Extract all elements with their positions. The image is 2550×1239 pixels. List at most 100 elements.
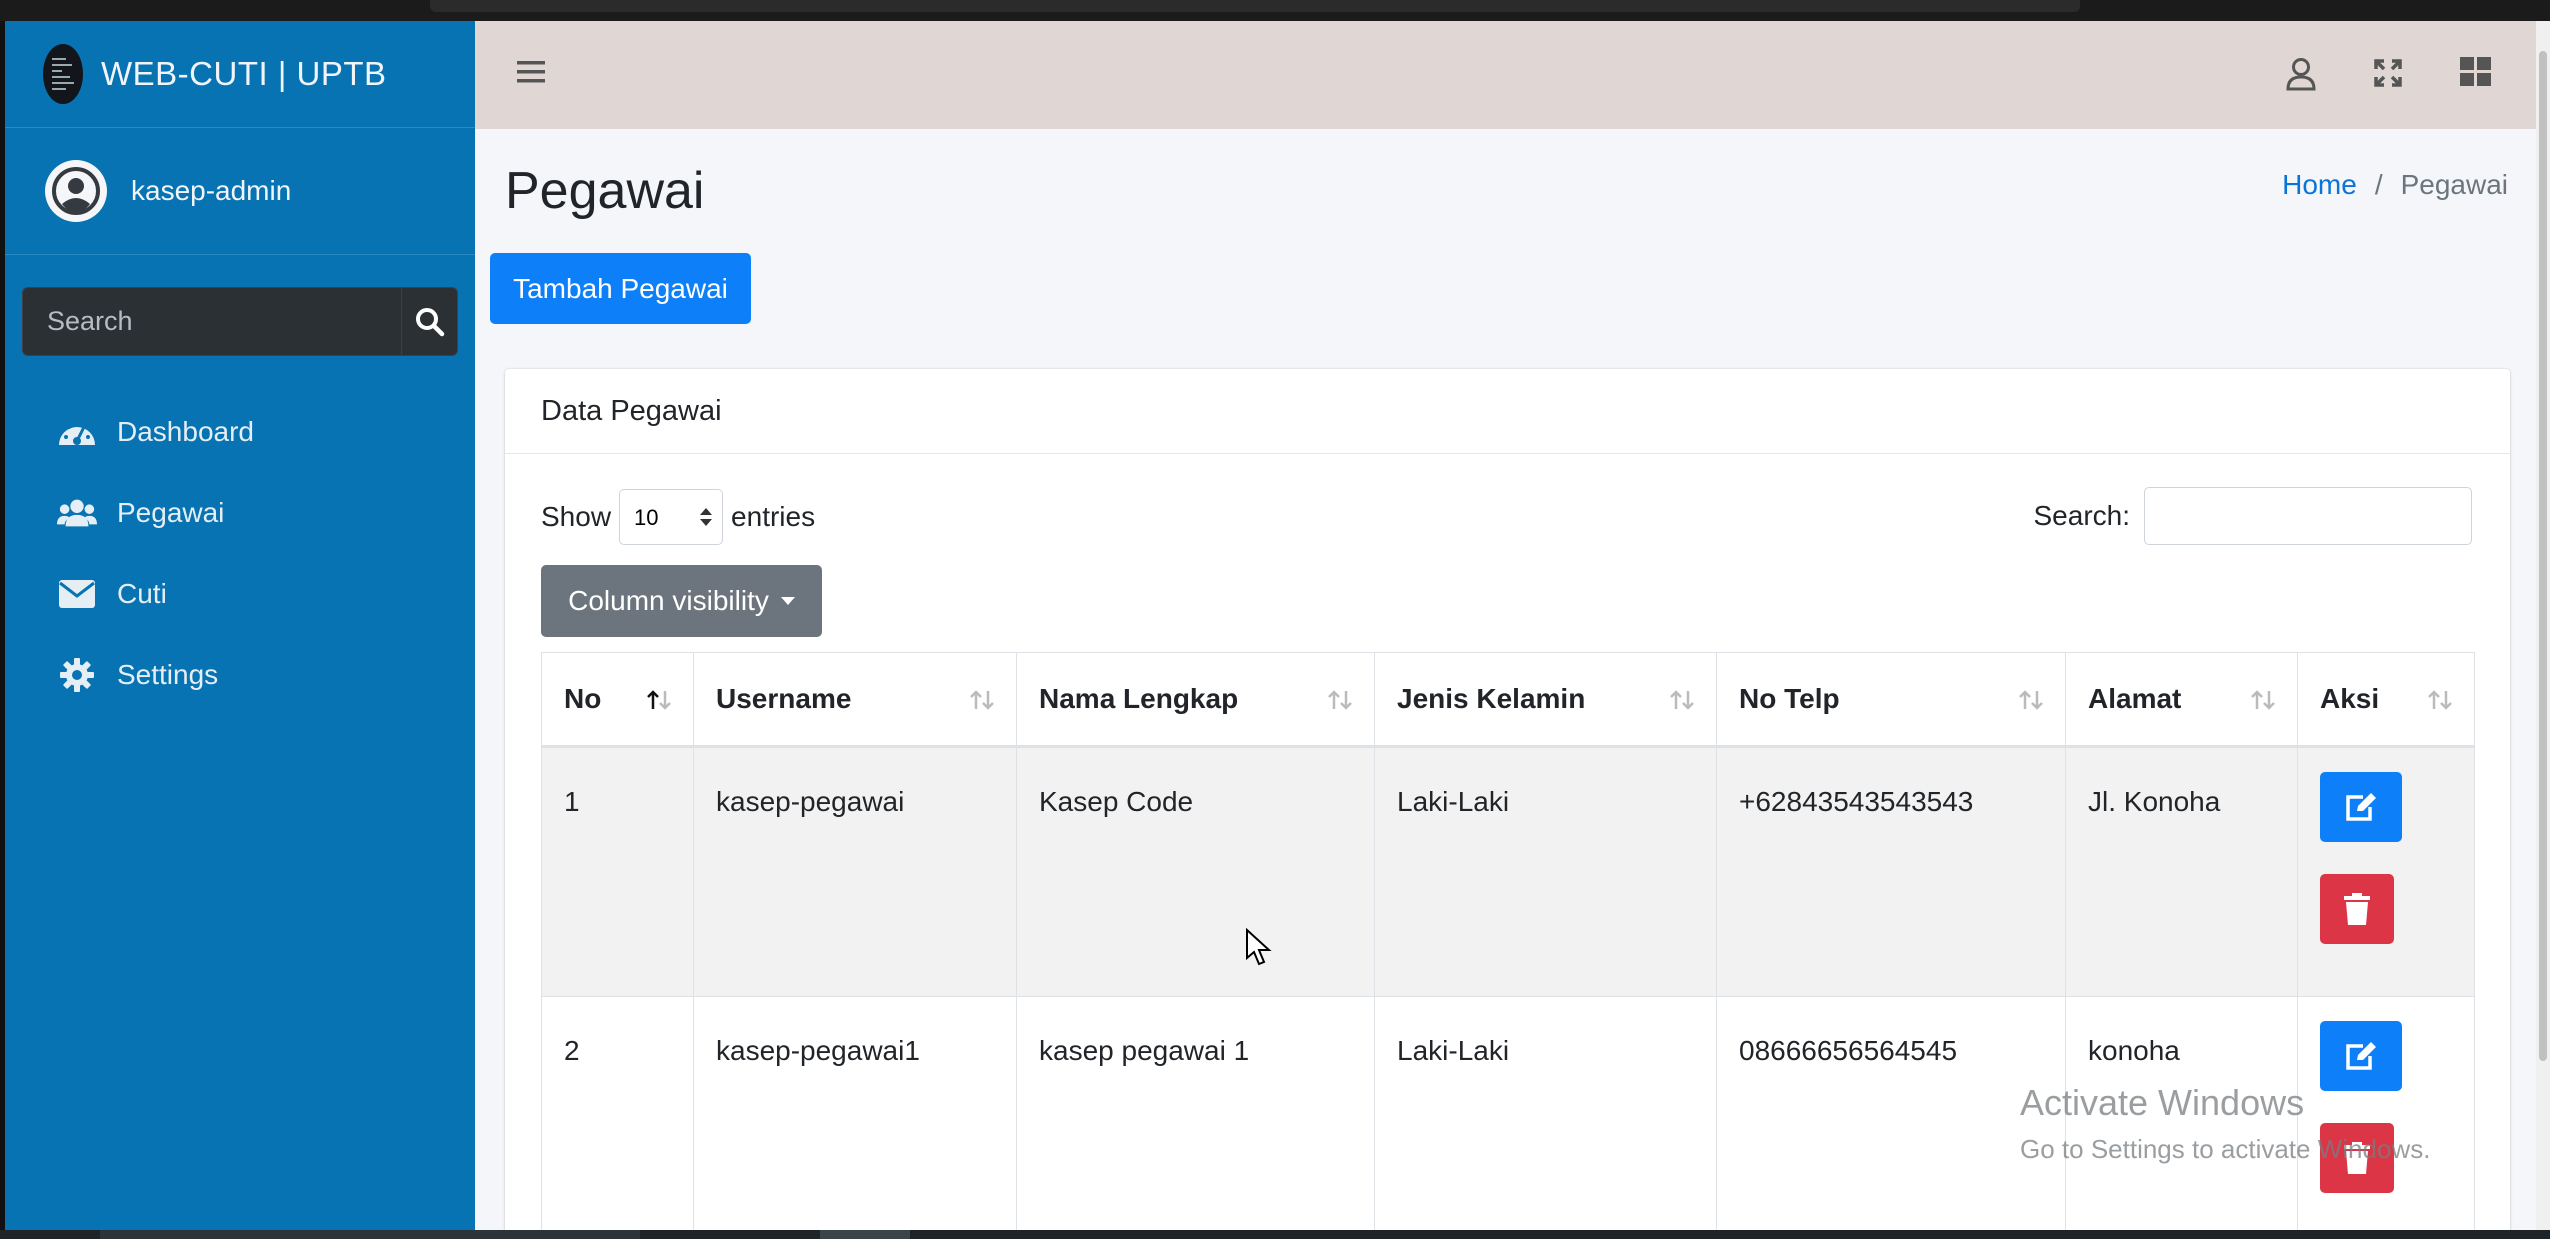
column-header-no[interactable]: No <box>541 652 694 748</box>
trash-icon <box>2344 893 2370 925</box>
column-header-nama-lengkap[interactable]: Nama Lengkap <box>1016 652 1375 748</box>
watermark-line2: Go to Settings to activate Windows. <box>2020 1134 2431 1164</box>
mouse-cursor-icon <box>1246 928 1272 966</box>
column-header-label: Alamat <box>2088 683 2182 714</box>
brand-logo-icon <box>43 44 83 104</box>
sidebar-search-input[interactable] <box>22 287 401 356</box>
sort-icon <box>2019 690 2043 710</box>
brand-title: WEB-CUTI | UPTB <box>101 55 387 92</box>
sort-icon <box>1670 690 1694 710</box>
cell-username: kasep-pegawai <box>693 746 1017 997</box>
breadcrumb: Home / Pegawai <box>2282 169 2508 201</box>
tachometer-icon <box>57 414 97 450</box>
cell-no: 2 <box>541 996 694 1230</box>
column-header-aksi[interactable]: Aksi <box>2297 652 2475 748</box>
cell-jenis-kelamin: Laki-Laki <box>1374 996 1717 1230</box>
sidebar-item-cuti[interactable]: Cuti <box>5 553 475 634</box>
breadcrumb-current: Pegawai <box>2400 169 2508 200</box>
cell-no-telp: +62843543543543 <box>1716 746 2066 997</box>
fullscreen-icon[interactable] <box>2372 57 2404 94</box>
user-name: kasep-admin <box>131 175 292 206</box>
browser-top-strip <box>0 0 2550 21</box>
sort-icon <box>970 690 994 710</box>
top-navbar <box>475 21 2550 129</box>
page-title: Pegawai <box>505 162 705 220</box>
search-icon <box>415 307 444 336</box>
entries-select-wrapper: 10 <box>611 489 731 545</box>
cell-nama-lengkap: Kasep Code <box>1016 746 1375 997</box>
column-header-jenis-kelamin[interactable]: Jenis Kelamin <box>1374 652 1717 748</box>
column-header-alamat[interactable]: Alamat <box>2065 652 2298 748</box>
envelope-icon <box>57 576 97 612</box>
users-icon <box>57 495 97 531</box>
column-header-label: No Telp <box>1739 683 1840 714</box>
user-circle-icon <box>52 167 100 215</box>
show-label: Show <box>541 501 612 532</box>
brand[interactable]: WEB-CUTI | UPTB <box>5 21 475 128</box>
sort-asc-icon <box>647 690 671 710</box>
column-header-label: Aksi <box>2320 683 2380 714</box>
sidebar-item-dashboard[interactable]: Dashboard <box>5 391 475 472</box>
sidebar: WEB-CUTI | UPTB kasep-admin Search Dashb… <box>5 21 475 1230</box>
edit-icon <box>2346 1042 2376 1070</box>
column-header-label: Nama Lengkap <box>1039 683 1239 714</box>
browser-tab-strip <box>430 0 2080 12</box>
sidebar-item-label: Cuti <box>117 577 167 609</box>
cell-no-telp: 08666656564545 <box>1716 996 2066 1230</box>
sidebar-nav: Dashboard Pegawai Cuti Settings <box>5 391 475 715</box>
cell-alamat: Jl. Konoha <box>2065 746 2298 997</box>
table-search: Search: <box>2033 487 2472 545</box>
cell-username: kasep-pegawai1 <box>693 996 1017 1230</box>
activate-windows-watermark: Activate Windows Go to Settings to activ… <box>2020 1082 2430 1165</box>
taskbar <box>0 1230 2550 1239</box>
breadcrumb-separator: / <box>2374 169 2383 200</box>
cell-no: 1 <box>541 746 694 997</box>
table-row: 1 kasep-pegawai Kasep Code Laki-Laki +62… <box>541 746 2475 997</box>
table-header-row: No Username Nama Lengkap Jenis Kelamin N… <box>541 652 2475 748</box>
taskbar-segment <box>820 1230 910 1239</box>
sidebar-item-settings[interactable]: Settings <box>5 634 475 715</box>
column-header-username[interactable]: Username <box>693 652 1017 748</box>
table-search-input[interactable] <box>2144 487 2472 545</box>
sort-icon <box>2428 690 2452 710</box>
entries-length-control: Show 10 entries <box>541 489 815 545</box>
entries-select[interactable]: 10 <box>619 489 724 545</box>
column-header-label: Jenis Kelamin <box>1397 683 1586 714</box>
sidebar-item-label: Dashboard <box>117 415 254 447</box>
edit-button[interactable] <box>2320 772 2402 842</box>
column-header-no-telp[interactable]: No Telp <box>1716 652 2066 748</box>
user-panel[interactable]: kasep-admin <box>5 128 475 255</box>
card-title: Data Pegawai <box>505 369 2510 454</box>
watermark-line1: Activate Windows <box>2020 1082 2305 1123</box>
delete-button[interactable] <box>2320 874 2394 944</box>
sidebar-search-button[interactable] <box>401 287 458 356</box>
sidebar-item-pegawai[interactable]: Pegawai <box>5 472 475 553</box>
user-avatar <box>45 160 107 222</box>
sidebar-item-label: Pegawai <box>117 496 225 528</box>
column-header-label: No <box>564 683 602 714</box>
page-scrollbar[interactable] <box>2536 21 2550 1230</box>
edit-icon <box>2346 793 2376 821</box>
cell-jenis-kelamin: Laki-Laki <box>1374 746 1717 997</box>
column-visibility-button[interactable]: Column visibility <box>541 565 822 637</box>
taskbar-segment <box>100 1230 640 1239</box>
sort-icon <box>1328 690 1352 710</box>
cell-nama-lengkap: kasep pegawai 1 <box>1016 996 1375 1230</box>
main-content: Pegawai Home / Pegawai Tambah Pegawai Da… <box>475 21 2550 1230</box>
caret-down-icon <box>780 597 795 605</box>
brand-logo <box>43 44 83 104</box>
cell-aksi <box>2297 746 2475 997</box>
user-profile-icon[interactable] <box>2285 57 2317 96</box>
breadcrumb-home-link[interactable]: Home <box>2282 169 2357 201</box>
sort-icon <box>2251 690 2275 710</box>
table-search-label: Search: <box>2033 500 2131 531</box>
gear-icon <box>57 657 97 693</box>
menu-toggle-icon[interactable] <box>517 59 547 90</box>
sidebar-search <box>22 287 458 356</box>
entries-label: entries <box>731 501 816 532</box>
scrollbar-thumb[interactable] <box>2539 51 2547 1061</box>
grid-panel-icon[interactable] <box>2460 57 2492 92</box>
edit-button[interactable] <box>2320 1021 2402 1091</box>
add-pegawai-button[interactable]: Tambah Pegawai <box>490 253 751 324</box>
column-header-label: Username <box>716 683 852 714</box>
